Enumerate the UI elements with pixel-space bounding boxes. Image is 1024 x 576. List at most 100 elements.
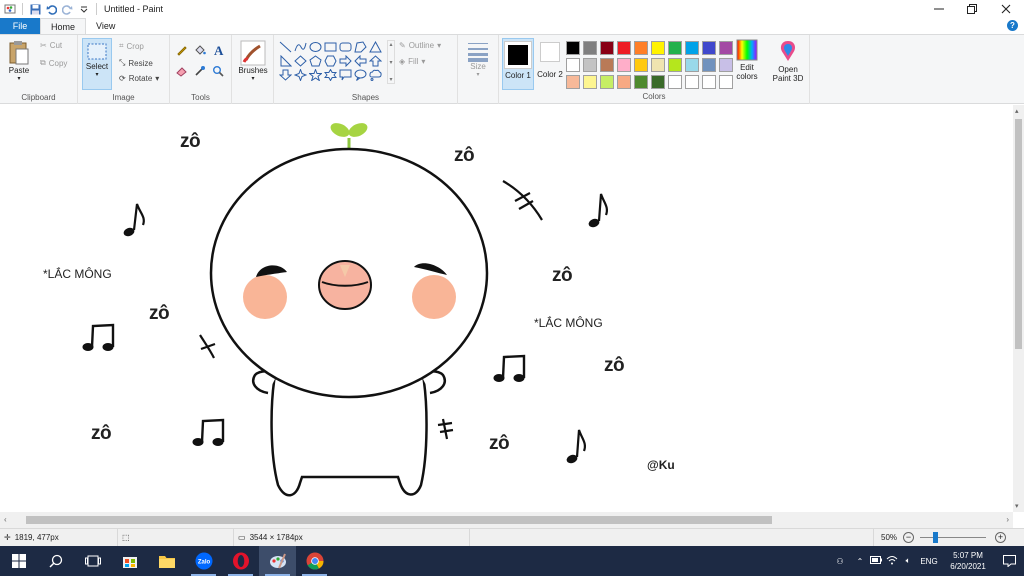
- color-swatch[interactable]: [600, 41, 614, 55]
- notifications-icon[interactable]: [994, 555, 1024, 567]
- restore-button[interactable]: [955, 0, 989, 18]
- color-swatch[interactable]: [651, 75, 665, 89]
- color-swatch[interactable]: [668, 41, 682, 55]
- color-swatch[interactable]: [685, 58, 699, 72]
- curve-shape-icon[interactable]: [294, 41, 307, 53]
- color-swatch[interactable]: [583, 41, 597, 55]
- color-swatch[interactable]: [719, 75, 733, 89]
- zoom-slider[interactable]: [920, 537, 986, 538]
- volume-icon[interactable]: 🔈︎: [900, 556, 916, 566]
- color-picker-icon[interactable]: [194, 65, 206, 77]
- color-swatch[interactable]: [651, 58, 665, 72]
- rounded-rectangle-shape-icon[interactable]: [339, 41, 352, 53]
- paint-app-icon[interactable]: [3, 3, 16, 16]
- color-swatch[interactable]: [719, 58, 733, 72]
- color-swatch[interactable]: [702, 41, 716, 55]
- save-icon[interactable]: [29, 3, 42, 16]
- zoom-in-button[interactable]: +: [995, 532, 1006, 543]
- color-swatch[interactable]: [617, 75, 631, 89]
- color-swatch[interactable]: [634, 41, 648, 55]
- color-swatch[interactable]: [583, 75, 597, 89]
- taskbar-zalo[interactable]: Zalo: [185, 546, 222, 576]
- shapes-scroll[interactable]: ▴ ▾ ▾: [387, 40, 395, 84]
- close-button[interactable]: [989, 0, 1023, 18]
- color-swatch[interactable]: [634, 58, 648, 72]
- magnifier-icon[interactable]: [212, 65, 224, 77]
- color-swatch[interactable]: [566, 58, 580, 72]
- color2-button[interactable]: Color 2: [536, 38, 564, 90]
- fill-button[interactable]: ◈ Fill ▾: [399, 57, 425, 66]
- zoom-slider-thumb[interactable]: [932, 532, 938, 543]
- open-paint-3d-button[interactable]: Open Paint 3D: [768, 39, 808, 83]
- search-button[interactable]: [37, 546, 74, 576]
- tab-view[interactable]: View: [86, 18, 125, 34]
- polygon-shape-icon[interactable]: [354, 41, 367, 53]
- shapes-gallery[interactable]: [279, 41, 387, 81]
- vertical-scroll-thumb[interactable]: [1015, 119, 1022, 349]
- eraser-icon[interactable]: [176, 65, 188, 77]
- right-arrow-shape-icon[interactable]: [339, 55, 352, 67]
- vertical-scrollbar[interactable]: ▴ ▾: [1013, 105, 1024, 512]
- color-swatch[interactable]: [702, 75, 716, 89]
- color1-button[interactable]: Color 1: [502, 38, 534, 90]
- color-swatch[interactable]: [617, 41, 631, 55]
- taskbar-app-store[interactable]: [111, 546, 148, 576]
- cloud-callout-shape-icon[interactable]: [369, 69, 382, 81]
- color-swatch[interactable]: [719, 41, 733, 55]
- scroll-left-icon[interactable]: ‹: [4, 515, 7, 524]
- up-arrow-shape-icon[interactable]: [369, 55, 382, 67]
- color-swatch[interactable]: [566, 75, 580, 89]
- scroll-up-icon[interactable]: ▴: [1015, 107, 1019, 115]
- left-arrow-shape-icon[interactable]: [354, 55, 367, 67]
- redo-icon[interactable]: [61, 3, 74, 16]
- color-swatch[interactable]: [600, 58, 614, 72]
- scroll-down-icon[interactable]: ▾: [1015, 502, 1019, 510]
- color-swatch[interactable]: [651, 41, 665, 55]
- tab-home[interactable]: Home: [40, 18, 87, 34]
- scroll-right-icon[interactable]: ›: [1006, 515, 1009, 524]
- help-icon[interactable]: ?: [1007, 20, 1018, 31]
- battery-icon[interactable]: [868, 556, 884, 566]
- clock[interactable]: 5:07 PM 6/20/2021: [942, 550, 994, 572]
- brushes-button[interactable]: Brushes ▾: [235, 40, 271, 84]
- color-swatch[interactable]: [600, 75, 614, 89]
- color-swatch[interactable]: [583, 58, 597, 72]
- six-point-star-shape-icon[interactable]: [324, 69, 337, 81]
- paste-button[interactable]: Paste ▾: [5, 40, 33, 84]
- people-icon[interactable]: ⚇: [828, 557, 852, 566]
- line-shape-icon[interactable]: [279, 41, 292, 53]
- size-button[interactable]: Size ▾: [462, 40, 494, 80]
- pentagon-shape-icon[interactable]: [309, 55, 322, 67]
- color-swatch[interactable]: [566, 41, 580, 55]
- minimize-button[interactable]: [922, 0, 956, 18]
- undo-icon[interactable]: [45, 3, 58, 16]
- start-button[interactable]: [0, 546, 37, 576]
- horizontal-scroll-thumb[interactable]: [26, 516, 772, 524]
- taskbar-paint[interactable]: [259, 546, 296, 576]
- four-point-star-shape-icon[interactable]: [294, 69, 307, 81]
- zoom-out-button[interactable]: −: [903, 532, 914, 543]
- text-tool-icon[interactable]: A: [212, 43, 226, 57]
- oval-callout-shape-icon[interactable]: [354, 69, 367, 81]
- color-swatch[interactable]: [668, 75, 682, 89]
- color-swatch[interactable]: [702, 58, 716, 72]
- drawing-canvas[interactable]: zô zô zô zô zô zô zô *LẮC MÔNG *LẮC MÔNG…: [0, 105, 1013, 512]
- edit-colors-button[interactable]: Edit colors: [732, 39, 762, 81]
- tab-file[interactable]: File: [0, 18, 40, 34]
- fill-bucket-icon[interactable]: [194, 44, 206, 56]
- task-view-button[interactable]: [74, 546, 111, 576]
- horizontal-scrollbar[interactable]: ‹ ›: [0, 512, 1013, 528]
- color-swatch[interactable]: [685, 75, 699, 89]
- diamond-shape-icon[interactable]: [294, 55, 307, 67]
- color-swatch[interactable]: [634, 75, 648, 89]
- color-swatch[interactable]: [668, 58, 682, 72]
- down-arrow-shape-icon[interactable]: [279, 69, 292, 81]
- rotate-button[interactable]: ⟳ Rotate ▾: [119, 74, 159, 83]
- pencil-icon[interactable]: [176, 44, 188, 56]
- taskbar-chrome[interactable]: [296, 546, 333, 576]
- resize-button[interactable]: ⤡ Resize: [119, 58, 153, 68]
- customize-quick-access-icon[interactable]: [77, 3, 90, 16]
- right-triangle-shape-icon[interactable]: [279, 55, 292, 67]
- color-swatch[interactable]: [617, 58, 631, 72]
- input-language[interactable]: ENG: [916, 557, 942, 566]
